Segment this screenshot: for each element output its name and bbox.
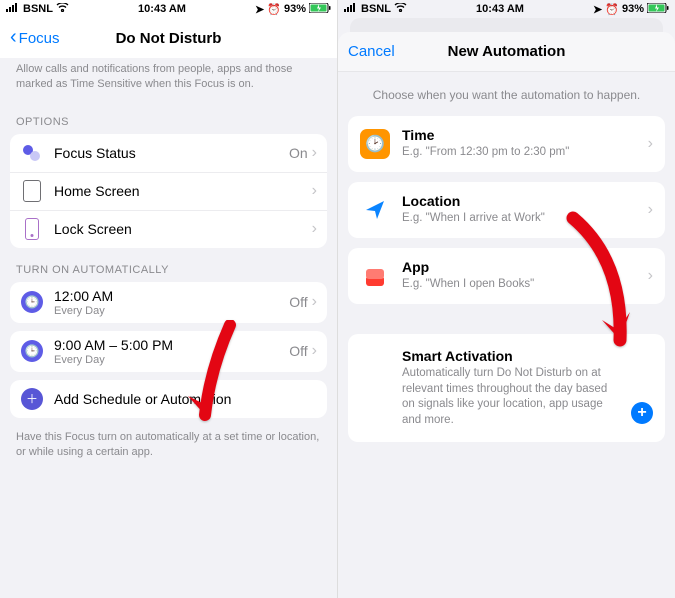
trigger-sub: Automatically turn Do Not Disturb on at … [402,366,622,428]
chevron-right-icon: › [648,267,653,285]
intro-text: Allow calls and notifications from peopl… [10,58,327,100]
schedule-state: Off [289,294,307,310]
clock: 10:43 AM [476,3,524,15]
schedule-sub: Every Day [54,354,289,366]
alarm-icon: ⏰ [267,3,281,16]
battery-icon [309,3,331,16]
row-label: Home Screen [54,183,312,199]
trigger-time[interactable]: 🕑 Time E.g. "From 12:30 pm to 2:30 pm" › [348,116,665,172]
chevron-left-icon: ‹ [10,27,17,47]
focus-status-row[interactable]: Focus Status On › [10,134,327,172]
trigger-location[interactable]: Location E.g. "When I arrive at Work" › [348,182,665,238]
trigger-smart-activation[interactable]: ⏻ Smart Activation Automatically turn Do… [348,334,665,442]
row-value: On [289,145,308,161]
trigger-title: Location [402,193,648,209]
section-options: OPTIONS [10,100,327,134]
chevron-right-icon: › [312,182,317,200]
power-icon: ⏻ [360,350,390,380]
chevron-right-icon: › [312,293,317,311]
modal-sheet: Cancel New Automation Choose when you wa… [338,32,675,598]
chevron-right-icon: › [648,201,653,219]
alarm-icon: ⏰ [605,3,619,16]
focus-status-icon [20,141,44,165]
modal-subhead: Choose when you want the automation to h… [338,72,675,116]
trigger-title: Smart Activation [402,348,631,364]
schedule-time: 9:00 AM – 5:00 PM [54,337,289,353]
home-screen-icon [20,179,44,203]
trigger-app[interactable]: App E.g. "When I open Books" › [348,248,665,304]
clock-icon: 🕒 [20,290,44,314]
location-arrow-icon [360,195,390,225]
trigger-sub: E.g. "When I open Books" [402,277,622,293]
status-bar: BSNL 10:43 AM ➤ ⏰ 93% [0,0,337,18]
lock-screen-row[interactable]: Lock Screen › [10,210,327,248]
nav-header: ‹ Focus Do Not Disturb [0,18,337,58]
chevron-right-icon: › [648,135,653,153]
battery-pct: 93% [284,3,306,15]
lock-screen-icon [20,217,44,241]
sheet-backdrop [350,18,663,32]
signal-icon [6,3,20,15]
schedule-row-1[interactable]: 🕒 9:00 AM – 5:00 PM Every Day Off › [10,331,327,372]
signal-icon [344,3,358,15]
trigger-title: Time [402,127,648,143]
cancel-button[interactable]: Cancel [348,43,395,60]
plus-icon: ＋ [20,387,44,411]
trigger-sub: E.g. "When I arrive at Work" [402,211,622,227]
schedule-row-0[interactable]: 🕒 12:00 AM Every Day Off › [10,282,327,323]
back-label: Focus [19,30,60,47]
location-icon: ➤ [593,3,602,16]
trigger-sub: E.g. "From 12:30 pm to 2:30 pm" [402,145,622,161]
chevron-right-icon: › [312,144,317,162]
location-icon: ➤ [255,3,264,16]
schedule-sub: Every Day [54,305,289,317]
schedule-time: 12:00 AM [54,288,289,304]
add-icon[interactable]: + [631,402,653,424]
home-screen-row[interactable]: Home Screen › [10,172,327,210]
clock: 10:43 AM [138,3,186,15]
clock-icon: 🕒 [20,339,44,363]
add-schedule-row[interactable]: ＋ Add Schedule or Automation [10,380,327,418]
chevron-right-icon: › [312,342,317,360]
row-label: Lock Screen [54,221,312,237]
chevron-right-icon: › [312,220,317,238]
schedule-state: Off [289,343,307,359]
footer-text: Have this Focus turn on automatically at… [10,418,327,468]
status-bar: BSNL 10:43 AM ➤ ⏰ 93% [338,0,675,18]
section-auto: TURN ON AUTOMATICALLY [10,248,327,282]
clock-icon: 🕑 [360,129,390,159]
battery-icon [647,3,669,16]
battery-pct: 93% [622,3,644,15]
app-stack-icon [360,261,390,291]
carrier-label: BSNL [361,3,391,15]
carrier-label: BSNL [23,3,53,15]
add-schedule-label: Add Schedule or Automation [54,391,317,407]
wifi-icon [394,3,407,15]
wifi-icon [56,3,69,15]
row-label: Focus Status [54,145,289,161]
back-button[interactable]: ‹ Focus [10,28,60,48]
trigger-title: App [402,259,648,275]
